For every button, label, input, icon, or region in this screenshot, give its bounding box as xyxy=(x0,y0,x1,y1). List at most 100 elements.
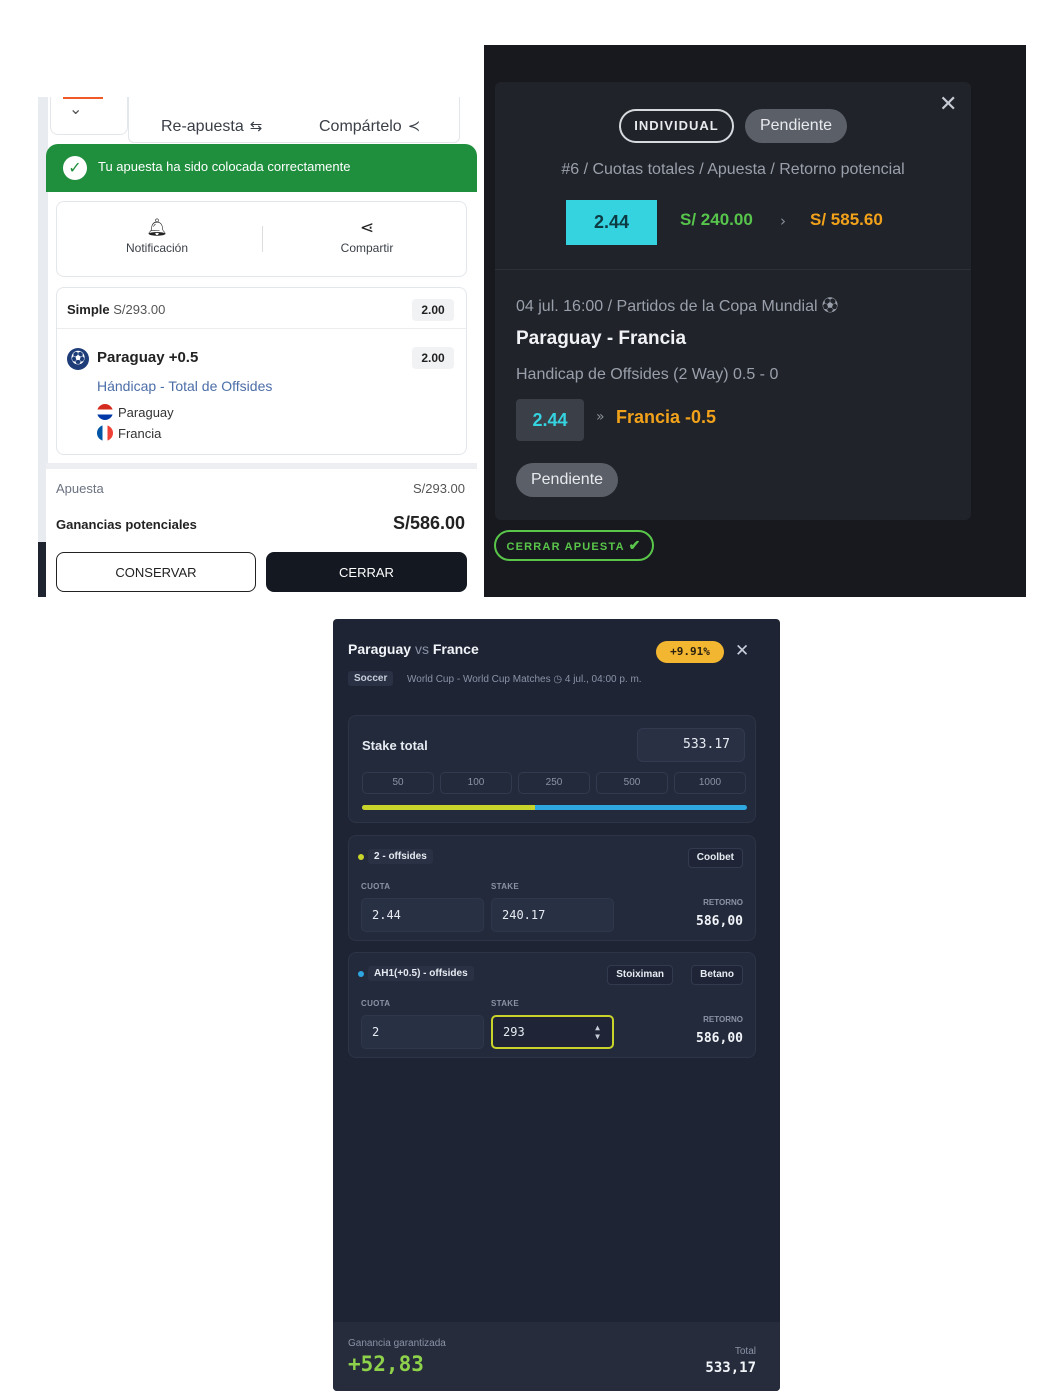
stake-caption: STAKE xyxy=(491,882,520,891)
share-top-label: Compártelo xyxy=(319,118,402,135)
close-icon[interactable]: ✕ xyxy=(939,92,957,117)
league-info: World Cup - World Cup Matches ◷ 4 jul., … xyxy=(407,674,642,685)
rebet-button[interactable]: Re-apuesta ⇆ xyxy=(161,117,262,136)
stake-caption: STAKE xyxy=(491,999,520,1008)
pick-name: Francia -0.5 xyxy=(616,407,717,427)
stake-value: S/293.00 xyxy=(412,481,465,496)
stake-total-card: Stake total 533.17 50 100 250 500 1000 xyxy=(348,715,756,823)
double-chevron-icon: » xyxy=(596,409,605,425)
odds-input[interactable]: 2.44 xyxy=(361,898,484,932)
event-datetime: 04 jul. 16:00 / Partidos de la Copa Mund… xyxy=(516,298,839,315)
bookmaker-tag[interactable]: Stoiximan xyxy=(607,965,673,985)
stepper-arrows-icon[interactable]: ▲ ▼ xyxy=(595,1023,600,1041)
stake-input-focused[interactable]: 293 ▲ ▼ xyxy=(491,1015,614,1049)
repeat-icon: ⇆ xyxy=(249,118,263,135)
stake-chip[interactable]: 1000 xyxy=(674,772,746,794)
stake-chip[interactable]: 50 xyxy=(362,772,434,794)
stake-distribution-fill xyxy=(362,805,536,810)
cashout-label: CERRAR APUESTA xyxy=(506,541,625,553)
left-edge-dark xyxy=(38,542,46,597)
match-title: Paraguay vs France xyxy=(348,641,479,657)
arbitrage-calculator-panel: Paraguay vs France +9.91% ✕ Soccer World… xyxy=(333,619,780,1391)
leg-label: 2 - offsides xyxy=(368,849,433,864)
competition-name: Partidos de la Copa Mundial xyxy=(616,298,818,315)
selection-odds-pill: 2.00 xyxy=(412,347,454,369)
notification-label: Notificación xyxy=(125,241,189,255)
keep-button[interactable]: CONSERVAR xyxy=(56,552,256,592)
total-label: Total xyxy=(734,1346,756,1357)
bookmaker-tag[interactable]: Betano xyxy=(691,965,743,985)
total-odds: 2.44 xyxy=(566,200,657,245)
france-flag-icon xyxy=(97,425,113,441)
stake-chip[interactable]: 100 xyxy=(440,772,512,794)
stake-total-value: 533.17 xyxy=(683,737,730,752)
stake-chip[interactable]: 250 xyxy=(518,772,590,794)
home-team: Paraguay xyxy=(348,641,412,657)
summary-line: #6 / Cuotas totales / Apuesta / Retorno … xyxy=(561,161,905,178)
bet-header: Simple S/293.00 xyxy=(67,302,165,317)
guaranteed-profit-label: Ganancia garantizada xyxy=(348,1338,446,1349)
chevron-down-icon: ⌄ xyxy=(69,99,83,118)
return-caption: RETORNO xyxy=(703,1015,743,1024)
success-banner: ✓ Tu apuesta ha sido colocada correctame… xyxy=(46,144,477,192)
soccer-ball-icon: ⚽︎ xyxy=(822,298,839,315)
league-name: World Cup - World Cup Matches xyxy=(407,674,551,685)
odds-input[interactable]: 2 xyxy=(361,1015,484,1049)
selection-name: Paraguay +0.5 xyxy=(97,349,199,366)
status-badge: Pendiente xyxy=(516,463,618,497)
market-name: Handicap de Offsides (2 Way) 0.5 - 0 xyxy=(516,366,779,383)
odds-caption: CUOTA xyxy=(361,882,391,891)
bet-type: Simple xyxy=(67,302,110,317)
dropdown-toggle[interactable]: ⌄ xyxy=(50,97,128,135)
stake-chip[interactable]: 500 xyxy=(596,772,668,794)
summary-footer: Ganancia garantizada +52,83 Total 533,17 xyxy=(333,1322,780,1391)
total-value: 533,17 xyxy=(705,1360,756,1376)
return-caption: RETORNO xyxy=(703,898,743,907)
sport-tag: Soccer xyxy=(348,671,394,686)
stake-input[interactable]: 240.17 xyxy=(491,898,614,932)
stake-label: Apuesta xyxy=(56,481,104,496)
soccer-ball-icon: ⚽︎ xyxy=(67,348,89,370)
share-top-button[interactable]: Compártelo ≺ xyxy=(319,117,420,136)
close-button[interactable]: CERRAR xyxy=(266,552,467,592)
team-home: Paraguay xyxy=(97,404,174,420)
close-icon[interactable]: ✕ xyxy=(735,641,749,661)
profit-percent-badge: +9.91% xyxy=(656,641,724,663)
stake-amount: S/ 240.00 xyxy=(680,210,753,229)
bookmaker-tag[interactable]: Coolbet xyxy=(687,848,743,868)
event-date: 4 jul., 04:00 p. m. xyxy=(564,674,642,685)
market-name: Hándicap - Total de Offsides xyxy=(97,378,273,394)
notification-button[interactable]: 🔔︎ Notificación xyxy=(57,218,257,255)
vs-label: vs xyxy=(414,641,429,657)
check-icon: ✔ xyxy=(628,537,642,553)
event-date: 04 jul. 16:00 xyxy=(516,298,604,315)
bet-detail-dark-panel: ✕ INDIVIDUAL Pendiente #6 / Cuotas total… xyxy=(484,45,1026,597)
guaranteed-profit-value: +52,83 xyxy=(348,1352,424,1376)
team-away: Francia xyxy=(97,425,161,441)
stake-value: 293 xyxy=(503,1025,525,1039)
divider xyxy=(495,269,971,270)
clock-icon: ◷ xyxy=(553,674,563,685)
bet-amount: S/293.00 xyxy=(113,302,166,317)
potential-value: S/586.00 xyxy=(392,513,465,533)
cashout-button[interactable]: CERRAR APUESTA ✔ xyxy=(494,530,654,561)
return-value: 586,00 xyxy=(696,1031,743,1046)
stake-total-input[interactable]: 533.17 xyxy=(637,728,745,762)
stake-chips: 50 100 250 500 1000 xyxy=(362,772,747,794)
potential-return: S/ 585.60 xyxy=(810,210,883,229)
match-name: Paraguay - Francia xyxy=(516,328,687,349)
top-actions-bar: Re-apuesta ⇆ Compártelo ≺ xyxy=(128,97,460,143)
leg-dot xyxy=(358,854,364,860)
total-odds-pill: 2.00 xyxy=(412,299,454,321)
leg-dot xyxy=(358,971,364,977)
share-icon: ⋖ xyxy=(359,218,375,237)
bet-confirmation-panel: ⌄ Re-apuesta ⇆ Compártelo ≺ ✓ Tu apuesta h… xyxy=(38,97,480,597)
rebet-label: Re-apuesta xyxy=(161,118,244,135)
pick-odds: 2.44 xyxy=(516,399,584,441)
check-icon: ✓ xyxy=(63,156,87,180)
away-team: France xyxy=(432,641,479,657)
share-button[interactable]: ⋖ Compartir xyxy=(267,218,467,255)
odds-caption: CUOTA xyxy=(361,999,391,1008)
divider xyxy=(262,226,263,252)
share-icon: ≺ xyxy=(407,118,421,135)
